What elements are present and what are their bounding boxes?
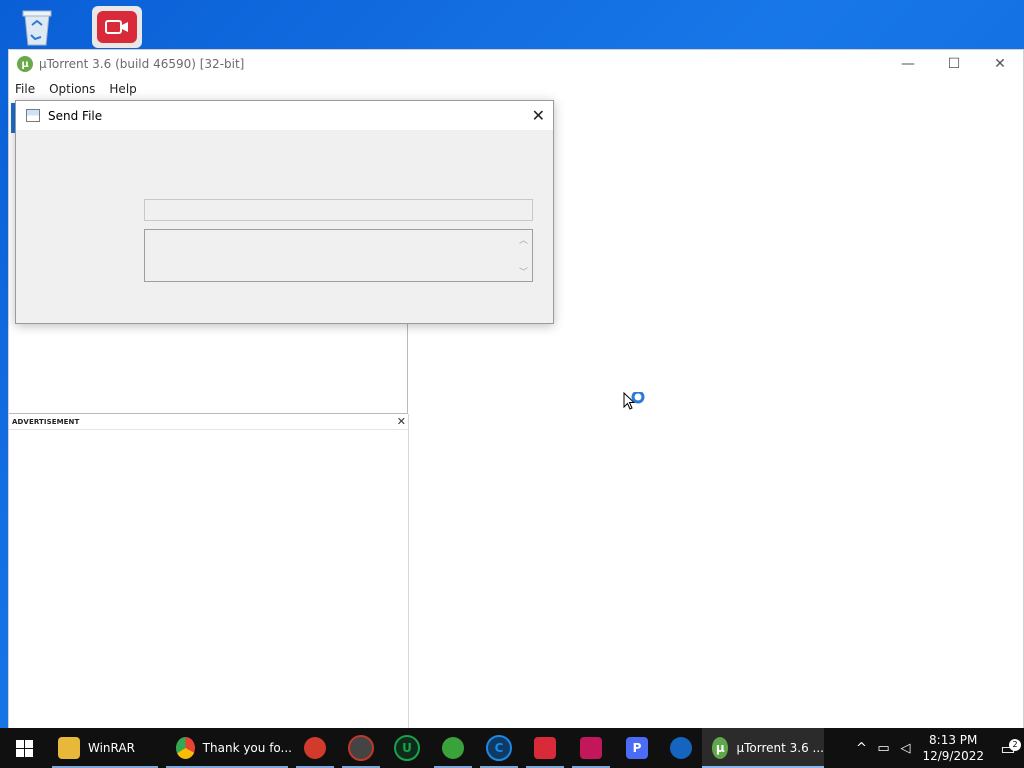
screen-recorder-desktop-icon[interactable] (92, 6, 142, 48)
menu-bar: File Options Help (9, 78, 1023, 100)
video-editor-icon (580, 737, 602, 759)
scroll-up-icon[interactable]: ︿ (519, 233, 528, 246)
window-title: µTorrent 3.6 (build 46590) [32-bit] (39, 57, 245, 71)
minimize-button[interactable]: — (885, 50, 931, 78)
chrome-icon (176, 737, 195, 759)
chevron-up-icon[interactable]: ^ (850, 741, 872, 756)
download-manager-icon (442, 737, 464, 759)
windows-logo-icon (15, 739, 33, 757)
dialog-title: Send File (48, 108, 103, 123)
c-app-icon: C (486, 735, 512, 761)
window-titlebar[interactable]: µ µTorrent 3.6 (build 46590) [32-bit] — … (9, 50, 1023, 78)
menu-options[interactable]: Options (49, 82, 95, 96)
recorder-icon (534, 737, 556, 759)
taskbar: WinRAR Thank you fo... U C P µ µTorrent … (0, 728, 1024, 768)
close-button[interactable]: ✕ (977, 50, 1023, 78)
dialog-close-button[interactable]: ✕ (532, 106, 545, 125)
taskbar-item-p-app[interactable]: P (614, 728, 660, 768)
taskbar-item-vpn[interactable] (660, 728, 702, 768)
network-icon[interactable]: ▭ (872, 741, 894, 756)
taskbar-item-u-app[interactable]: U (384, 728, 430, 768)
clock-time: 8:13 PM (929, 733, 978, 747)
notification-badge: 2 (1009, 738, 1021, 751)
busy-cursor-icon (623, 390, 645, 416)
clock[interactable]: 8:13 PM 12/9/2022 (922, 732, 984, 764)
taskbar-item-c-app[interactable]: C (476, 728, 522, 768)
taskbar-item-utorrent[interactable]: µ µTorrent 3.6 ... (702, 728, 824, 768)
vpn-shield-icon (670, 737, 692, 759)
taskbar-item-recorder[interactable] (522, 728, 568, 768)
ad-label: ADVERTISEMENT (12, 417, 80, 426)
p-app-icon: P (626, 737, 648, 759)
utorrent-logo-icon: µ (17, 56, 33, 72)
menu-help[interactable]: Help (109, 82, 136, 96)
clock-date: 12/9/2022 (922, 749, 984, 763)
taskbar-item-disc-burner[interactable] (292, 728, 338, 768)
camera-icon (97, 11, 137, 43)
dialog-memo-field[interactable]: ︿ ﹀ (144, 229, 533, 282)
taskbar-item-download-manager[interactable] (430, 728, 476, 768)
taskbar-item-video-editor[interactable] (568, 728, 614, 768)
disc-burner-icon (304, 737, 326, 759)
folder-icon (58, 737, 80, 759)
u-app-icon: U (394, 735, 420, 761)
dialog-text-field[interactable] (144, 199, 533, 221)
start-button[interactable] (0, 728, 48, 768)
menu-file[interactable]: File (15, 82, 35, 96)
taskbar-item-chrome[interactable]: Thank you fo... (162, 728, 292, 768)
recycle-bin-icon[interactable] (14, 4, 60, 48)
taskbar-item-winrar[interactable]: WinRAR (48, 728, 162, 768)
advertisement-panel: ADVERTISEMENT ✕ (9, 414, 409, 730)
taskbar-item-media[interactable] (338, 728, 384, 768)
utorrent-icon: µ (712, 737, 729, 759)
scroll-down-icon[interactable]: ﹀ (519, 265, 528, 278)
volume-muted-icon[interactable]: ◁ (894, 741, 916, 756)
window-icon (26, 109, 40, 122)
notification-center-button[interactable]: ▭ 2 (992, 738, 1024, 758)
media-icon (348, 735, 374, 761)
dialog-titlebar[interactable]: Send File ✕ (16, 101, 553, 130)
system-tray: ^ ▭ ◁ 8:13 PM 12/9/2022 ▭ 2 (850, 728, 1024, 768)
ad-close-icon[interactable]: ✕ (397, 415, 406, 428)
send-file-dialog: Send File ✕ ︿ ﹀ (15, 100, 554, 324)
maximize-button[interactable]: ☐ (931, 50, 977, 78)
